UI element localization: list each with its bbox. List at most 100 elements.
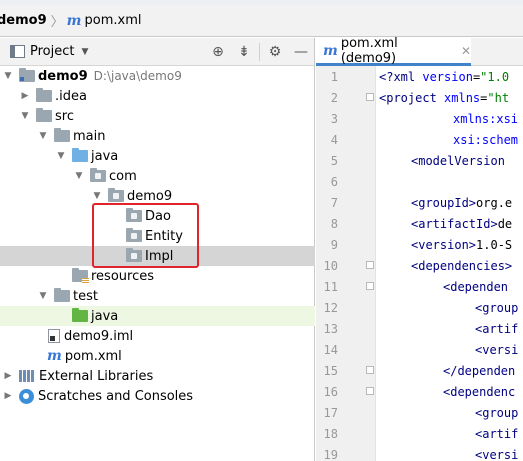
expand-arrow-icon[interactable]: ▼ <box>91 191 103 201</box>
code-line: 7 <groupId>org.e <box>316 192 523 213</box>
code-area[interactable]: 1 <?xml version="1.0 2 <project xmlns="ht 3 x… <box>316 66 523 461</box>
module-folder-icon <box>19 68 35 82</box>
chevron-down-icon[interactable]: ▼ <box>81 47 88 57</box>
code-token: <?xml <box>379 69 423 84</box>
expand-arrow-icon[interactable]: ▼ <box>37 291 49 301</box>
expand-arrow-icon[interactable]: ▼ <box>19 111 31 121</box>
line-number: 15 <box>323 363 338 378</box>
line-number: 9 <box>330 237 338 252</box>
code-line: 12 <group <box>316 297 523 318</box>
code-text: <dependenc <box>443 385 515 399</box>
code-line: 6 <box>316 171 523 192</box>
tree-item-demo9-iml[interactable]: demo9.iml <box>0 326 315 346</box>
tab-pom-xml[interactable]: m pom.xml (demo9) ✕ <box>316 36 471 66</box>
locate-file-icon[interactable]: ⊕ <box>205 38 231 66</box>
tree-item-java-main[interactable]: ▼ java <box>0 146 315 166</box>
collapse-arrow-icon[interactable]: ▶ <box>2 371 14 381</box>
code-token: <dependenc <box>443 384 516 399</box>
tree-item-label: resources <box>91 268 155 284</box>
fold-marker-icon[interactable] <box>366 366 374 374</box>
scratches-icon <box>19 388 34 404</box>
code-token: version <box>422 69 473 84</box>
expand-arrow-icon[interactable]: ▼ <box>73 171 85 181</box>
tree-item-demo9-package[interactable]: ▼ demo9 <box>0 186 315 206</box>
code-text: <?xml version="1.0 <box>379 70 509 84</box>
close-icon[interactable]: ✕ <box>461 44 471 58</box>
tree-item-dao[interactable]: Dao <box>0 206 315 226</box>
code-line: 10 <dependencies> <box>316 255 523 276</box>
expand-arrow-icon[interactable]: ▼ <box>55 151 67 161</box>
fold-marker-icon[interactable] <box>366 387 374 395</box>
code-text: <version>1.0-S <box>411 238 512 252</box>
tree-item-java-test[interactable]: java <box>0 306 315 326</box>
collapse-arrow-icon[interactable]: ▶ <box>19 91 31 101</box>
line-number: 14 <box>323 342 338 357</box>
hide-panel-icon[interactable]: — <box>288 38 314 66</box>
expand-arrow-icon[interactable]: ▼ <box>37 131 49 141</box>
gear-icon[interactable]: ⚙ <box>262 38 288 66</box>
line-number: 1 <box>330 69 338 84</box>
code-text: <artif <box>475 322 518 336</box>
breadcrumb: demo9 〉 m pom.xml <box>0 5 523 37</box>
line-number: 3 <box>330 111 338 126</box>
code-text: </dependen <box>443 364 515 378</box>
line-number: 10 <box>323 258 338 273</box>
code-line: 16 <dependenc <box>316 381 523 402</box>
tree-item-label: test <box>73 288 98 304</box>
tree-item-src[interactable]: ▼ src <box>0 106 315 126</box>
collapse-arrow-icon[interactable]: ▶ <box>2 391 14 401</box>
tree-item-test[interactable]: ▼ test <box>0 286 315 306</box>
breadcrumb-file[interactable]: m pom.xml <box>67 5 142 37</box>
code-text: xmlns:xsi <box>453 112 518 126</box>
code-token: xsi:schem <box>453 132 519 147</box>
code-text: <groupId>org.e <box>411 196 512 210</box>
fold-marker-icon[interactable] <box>366 282 374 290</box>
package-icon <box>108 188 124 202</box>
tree-item-entity[interactable]: Entity <box>0 226 315 246</box>
code-line: 8 <artifactId>de <box>316 213 523 234</box>
code-text: <dependen <box>443 280 508 294</box>
tree-item-scratches[interactable]: ▶ Scratches and Consoles <box>0 386 315 406</box>
breadcrumb-project[interactable]: demo9 <box>0 5 47 37</box>
fold-marker-icon[interactable] <box>366 261 374 269</box>
code-token: xmlns <box>444 90 481 105</box>
code-line: 15 </dependen <box>316 360 523 381</box>
tree-item-label: demo9.iml <box>64 328 134 344</box>
folder-icon <box>54 128 70 142</box>
maven-icon: m <box>66 12 82 29</box>
tree-item-impl[interactable]: Impl <box>0 246 315 266</box>
collapse-all-icon[interactable]: ⇟ <box>231 38 257 66</box>
code-line: 5 <modelVersion <box>316 150 523 171</box>
project-view-selector[interactable]: Project <box>30 44 74 59</box>
expand-arrow-icon[interactable]: ▼ <box>2 71 14 81</box>
line-number: 11 <box>323 279 338 294</box>
code-token: <versi <box>475 447 519 461</box>
code-token: <dependen <box>443 279 509 294</box>
folder-icon <box>36 108 52 122</box>
tree-item-demo9-root[interactable]: ▼ demo9 D:\java\demo9 <box>0 66 315 86</box>
code-text: <versi <box>475 448 518 461</box>
tree-item-idea[interactable]: ▶ .idea <box>0 86 315 106</box>
tree-item-resources[interactable]: resources <box>0 266 315 286</box>
code-token: 1.0-S <box>476 237 513 252</box>
code-token: <version> <box>411 237 477 252</box>
tree-item-label: pom.xml <box>64 348 122 364</box>
folder-icon <box>54 288 70 302</box>
breadcrumb-separator: 〉 <box>50 15 64 30</box>
line-number: 13 <box>323 321 338 336</box>
code-token: <modelVersion <box>411 153 505 168</box>
code-text: <versi <box>475 343 518 357</box>
tree-item-path: D:\java\demo9 <box>93 69 182 83</box>
test-source-folder-icon <box>72 308 88 322</box>
fold-marker-icon[interactable] <box>366 93 374 101</box>
tree-item-com[interactable]: ▼ com <box>0 166 315 186</box>
line-number: 6 <box>330 174 338 189</box>
tree-item-pom[interactable]: m pom.xml <box>0 346 315 366</box>
code-line: 2 <project xmlns="ht <box>316 87 523 108</box>
maven-icon: m <box>47 348 62 364</box>
line-number: 5 <box>330 153 338 168</box>
line-number: 7 <box>330 195 338 210</box>
folder-icon <box>36 88 52 102</box>
tree-item-main[interactable]: ▼ main <box>0 126 315 146</box>
tree-item-external-libraries[interactable]: ▶ External Libraries <box>0 366 315 386</box>
